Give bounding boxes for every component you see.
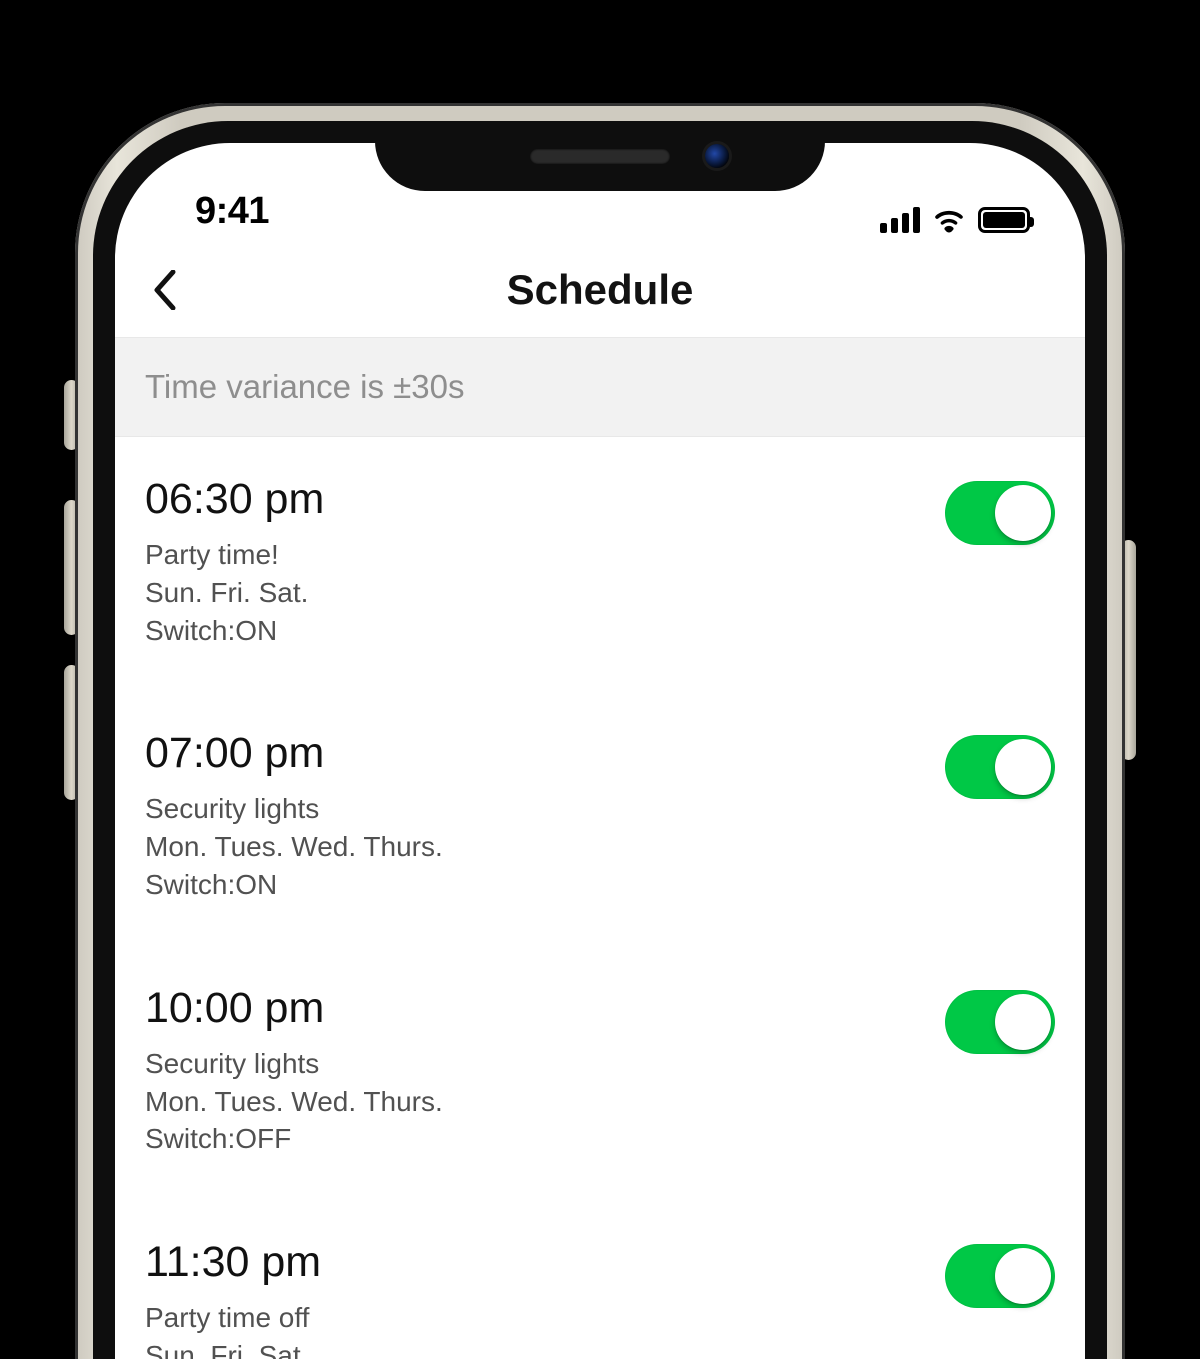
- schedule-details: Security lights Mon. Tues. Wed. Thurs. S…: [145, 790, 443, 903]
- wifi-icon: [932, 207, 966, 233]
- statusbar-time: 9:41: [195, 190, 269, 233]
- phone-speaker: [530, 149, 670, 164]
- stage: 9:41: [0, 0, 1200, 1359]
- app-header: Schedule: [115, 243, 1085, 338]
- schedule-row[interactable]: 07:00 pm Security lights Mon. Tues. Wed.…: [115, 691, 1085, 945]
- schedule-time: 10:00 pm: [145, 984, 443, 1033]
- schedule-time: 07:00 pm: [145, 729, 443, 778]
- schedule-toggle[interactable]: [945, 1244, 1055, 1308]
- schedule-time: 11:30 pm: [145, 1238, 321, 1287]
- statusbar-indicators: [880, 207, 1030, 233]
- back-button[interactable]: [140, 265, 190, 315]
- schedule-details: Security lights Mon. Tues. Wed. Thurs. S…: [145, 1045, 443, 1158]
- schedule-toggle[interactable]: [945, 990, 1055, 1054]
- phone-frame: 9:41: [75, 103, 1125, 1359]
- schedule-toggle[interactable]: [945, 481, 1055, 545]
- cellular-signal-icon: [880, 207, 920, 233]
- battery-icon: [978, 207, 1030, 233]
- schedule-row[interactable]: 06:30 pm Party time! Sun. Fri. Sat. Swit…: [115, 437, 1085, 691]
- schedule-time: 06:30 pm: [145, 475, 324, 524]
- phone-screen: 9:41: [115, 143, 1085, 1359]
- schedule-row[interactable]: 11:30 pm Party time off Sun. Fri. Sat. S…: [115, 1200, 1085, 1359]
- schedule-row[interactable]: 10:00 pm Security lights Mon. Tues. Wed.…: [115, 946, 1085, 1200]
- phone-bezel: 9:41: [93, 121, 1107, 1359]
- page-title: Schedule: [507, 266, 694, 314]
- schedule-details: Party time! Sun. Fri. Sat. Switch:ON: [145, 536, 324, 649]
- schedule-details: Party time off Sun. Fri. Sat. Switch:OFF: [145, 1299, 321, 1359]
- chevron-left-icon: [153, 270, 177, 310]
- schedule-toggle[interactable]: [945, 735, 1055, 799]
- time-variance-banner: Time variance is ±30s: [115, 338, 1085, 437]
- schedule-list: 06:30 pm Party time! Sun. Fri. Sat. Swit…: [115, 437, 1085, 1359]
- phone-front-camera: [705, 144, 729, 168]
